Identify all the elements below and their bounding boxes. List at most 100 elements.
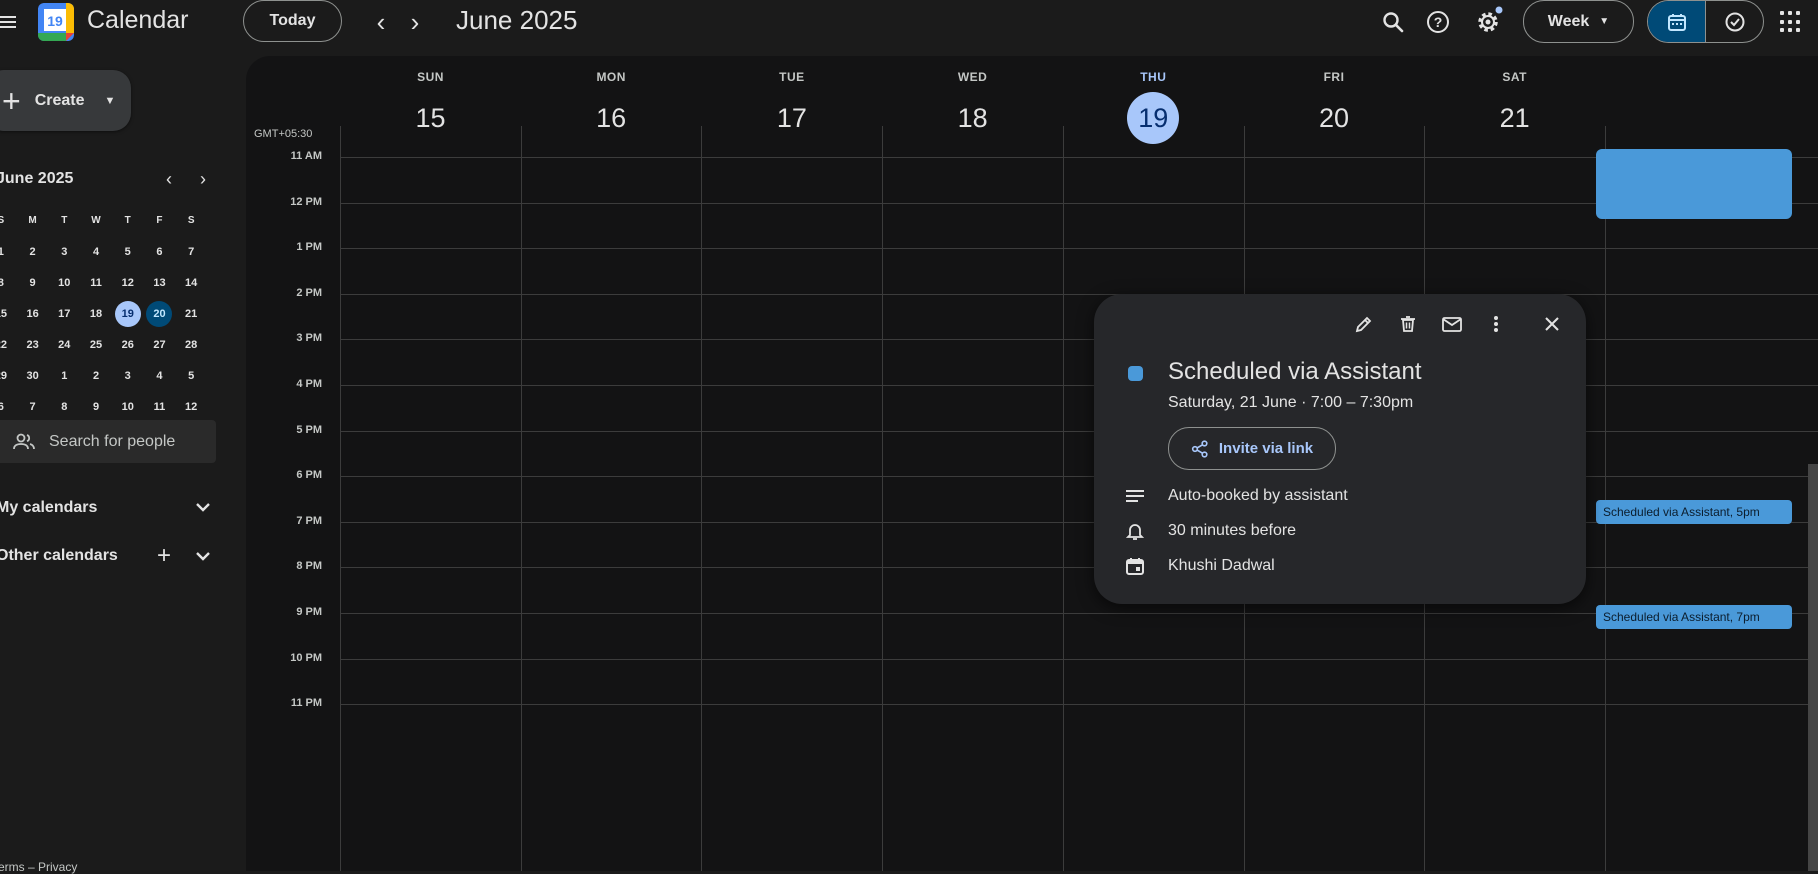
mini-day[interactable]: 23	[17, 332, 49, 358]
day-number[interactable]: 20	[1308, 92, 1360, 144]
day-number[interactable]: 21	[1489, 92, 1541, 144]
calendar-icon	[1124, 555, 1146, 577]
mini-day-number: 7	[29, 400, 36, 413]
event-chip-5pm[interactable]: Scheduled via Assistant, 5pm	[1596, 500, 1792, 524]
mini-day[interactable]: 7	[175, 239, 207, 265]
mini-day[interactable]: 8	[0, 270, 17, 296]
calendar-tasks-toggle[interactable]	[1647, 0, 1764, 43]
mini-day[interactable]: 19	[112, 300, 144, 327]
mini-day[interactable]: 4	[144, 363, 176, 389]
help-icon[interactable]: ?	[1422, 6, 1454, 38]
mini-day[interactable]: 7	[17, 394, 49, 420]
day-column-header[interactable]: SUN 15	[326, 70, 535, 144]
mini-day[interactable]: 22	[0, 332, 17, 358]
mini-day[interactable]: 12	[112, 270, 144, 296]
mini-day-number: 27	[153, 338, 166, 351]
mini-day[interactable]: 30	[17, 363, 49, 389]
mini-day[interactable]: 29	[0, 363, 17, 389]
calendar-view-icon[interactable]	[1648, 1, 1705, 42]
mini-day[interactable]: 18	[80, 301, 112, 327]
day-column-divider	[1062, 126, 1064, 871]
mini-day[interactable]: 5	[112, 239, 144, 265]
more-options-icon[interactable]	[1480, 308, 1512, 340]
mini-day[interactable]: 5	[175, 363, 207, 389]
main-menu-button[interactable]	[0, 13, 16, 31]
event-chip-7pm[interactable]: Scheduled via Assistant, 7pm	[1596, 605, 1792, 629]
day-column-header[interactable]: MON 16	[507, 70, 716, 144]
mini-day[interactable]: 10	[48, 270, 80, 296]
mini-weekday-header: SMTWTFS	[0, 205, 207, 236]
other-calendars-heading[interactable]: Other calendars	[0, 547, 118, 565]
next-week-chevron-right-icon[interactable]: ›	[401, 7, 429, 37]
mini-day[interactable]: 6	[144, 239, 176, 265]
mini-week-row: 29 30 1 2 3 4 5	[0, 360, 207, 391]
edit-pencil-icon[interactable]	[1348, 308, 1380, 340]
day-column-header[interactable]: WED 18	[868, 70, 1077, 144]
mini-day[interactable]: 8	[48, 394, 80, 420]
mini-day[interactable]: 16	[17, 301, 49, 327]
day-number[interactable]: 18	[947, 92, 999, 144]
day-number[interactable]: 16	[585, 92, 637, 144]
terms-privacy-link[interactable]: Terms – Privacy	[0, 860, 77, 874]
mini-next-chevron-right-icon[interactable]: ›	[200, 169, 206, 190]
week-scrollbar[interactable]	[1808, 464, 1818, 871]
mini-day[interactable]: 1	[0, 239, 17, 265]
logo-day-text: 19	[47, 13, 63, 29]
mini-day[interactable]: 2	[80, 363, 112, 389]
previous-week-chevron-left-icon[interactable]: ‹	[367, 7, 395, 37]
mini-day[interactable]: 20	[144, 300, 176, 327]
email-guests-envelope-icon[interactable]	[1436, 308, 1468, 340]
mini-day[interactable]: 11	[80, 270, 112, 296]
mini-day[interactable]: 14	[175, 270, 207, 296]
mini-day[interactable]: 25	[80, 332, 112, 358]
mini-day[interactable]: 15	[0, 301, 17, 327]
day-column-header[interactable]: TUE 17	[687, 70, 896, 144]
settings-gear-icon[interactable]	[1472, 6, 1504, 38]
day-number[interactable]: 17	[766, 92, 818, 144]
mini-day[interactable]: 9	[80, 394, 112, 420]
mini-day[interactable]: 6	[0, 394, 17, 420]
mini-day[interactable]: 21	[175, 301, 207, 327]
mini-day[interactable]: 24	[48, 332, 80, 358]
day-number[interactable]: 19	[1127, 92, 1180, 144]
create-button[interactable]: + Create ▼	[0, 70, 131, 131]
hour-label: 1 PM	[296, 241, 322, 254]
add-other-calendar-plus-icon[interactable]: +	[157, 542, 171, 570]
mini-day[interactable]: 4	[80, 239, 112, 265]
tasks-check-icon[interactable]	[1706, 1, 1763, 42]
today-button[interactable]: Today	[243, 0, 342, 42]
search-for-people-input[interactable]: Search for people	[0, 420, 216, 463]
mini-day-number: 15	[0, 307, 7, 320]
day-column-header[interactable]: FRI 20	[1230, 70, 1439, 144]
mini-day[interactable]: 3	[112, 363, 144, 389]
mini-day[interactable]: 9	[17, 270, 49, 296]
delete-trash-icon[interactable]	[1392, 308, 1424, 340]
mini-prev-chevron-left-icon[interactable]: ‹	[166, 169, 172, 190]
close-icon[interactable]	[1536, 308, 1568, 340]
mini-day[interactable]: 26	[112, 332, 144, 358]
mini-day[interactable]: 11	[144, 394, 176, 420]
my-calendars-chevron-down-icon[interactable]	[195, 500, 211, 516]
mini-day[interactable]: 1	[48, 363, 80, 389]
mini-day[interactable]: 27	[144, 332, 176, 358]
invite-via-link-button[interactable]: Invite via link	[1168, 427, 1336, 470]
mini-day[interactable]: 2	[17, 239, 49, 265]
my-calendars-heading[interactable]: My calendars	[0, 499, 97, 517]
mini-day[interactable]: 17	[48, 301, 80, 327]
search-icon[interactable]	[1377, 6, 1409, 38]
mini-day-number: 1	[61, 369, 68, 382]
mini-day[interactable]: 3	[48, 239, 80, 265]
mini-day[interactable]: 13	[144, 270, 176, 296]
mini-day-number: 28	[185, 338, 198, 351]
mini-day-number: 10	[121, 400, 134, 413]
google-apps-grid-icon[interactable]	[1780, 11, 1802, 33]
event-block-saturday-morning[interactable]	[1596, 149, 1792, 219]
view-switcher-dropdown[interactable]: Week ▼	[1523, 0, 1634, 43]
day-number[interactable]: 15	[405, 92, 457, 144]
other-calendars-chevron-down-icon[interactable]	[195, 549, 211, 565]
day-column-header[interactable]: THU 19	[1049, 70, 1258, 144]
day-column-header[interactable]: SAT 21	[1410, 70, 1619, 144]
mini-day[interactable]: 28	[175, 332, 207, 358]
mini-day[interactable]: 12	[175, 394, 207, 420]
mini-day[interactable]: 10	[112, 394, 144, 420]
